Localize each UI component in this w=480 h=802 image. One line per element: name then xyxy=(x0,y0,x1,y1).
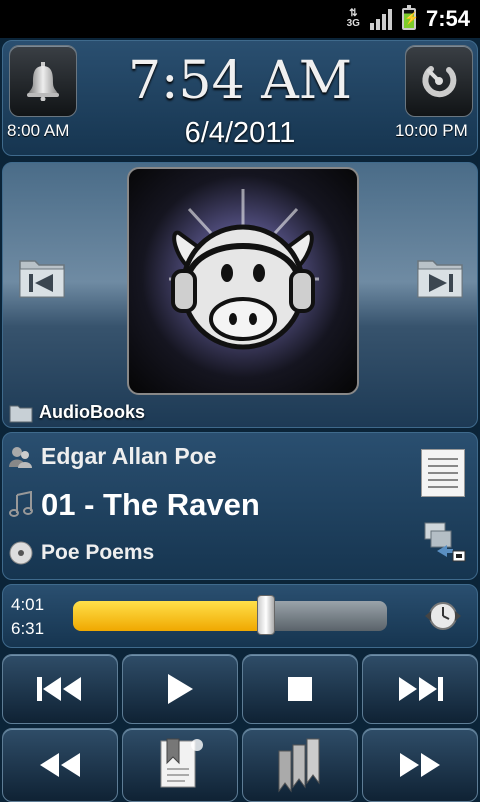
album-name: Poe Poems xyxy=(41,541,155,564)
artist-icon xyxy=(9,446,32,468)
bookmark-page-icon xyxy=(160,738,203,788)
rewind-icon xyxy=(40,753,80,777)
time-display: 4:01 6:31 xyxy=(11,593,44,641)
album-art xyxy=(127,167,359,395)
current-folder[interactable]: AudioBooks xyxy=(9,402,145,423)
previous-track-button[interactable] xyxy=(2,654,118,724)
status-time: 7:54 xyxy=(425,6,470,31)
rewind-button[interactable] xyxy=(2,728,118,802)
document-icon xyxy=(428,458,458,460)
network-type: 3G xyxy=(346,18,360,29)
previous-folder-button[interactable] xyxy=(17,255,67,301)
next-folder-button[interactable] xyxy=(415,255,465,301)
album-art-panel: AudioBooks xyxy=(2,162,478,428)
stop-button[interactable] xyxy=(242,654,358,724)
battery-charging-icon xyxy=(401,5,419,30)
progress-panel: 4:01 6:31 xyxy=(2,584,478,648)
title-row: 01 - The Raven xyxy=(9,487,260,523)
add-bookmark-button[interactable] xyxy=(122,728,238,802)
status-bar: ⇅3G 7:54 xyxy=(0,0,480,38)
bookmarks-icon xyxy=(278,738,320,793)
bookmarks-list-button[interactable] xyxy=(242,728,358,802)
album-row: Poe Poems xyxy=(9,541,154,565)
elapsed-time: 4:01 xyxy=(11,595,45,614)
play-icon xyxy=(168,674,193,704)
seek-bar-fill xyxy=(73,601,267,631)
track-info-panel: Edgar Allan Poe 01 - The Raven Poe Poems xyxy=(2,432,478,580)
next-track-button[interactable] xyxy=(362,654,478,724)
playback-speed-button[interactable] xyxy=(423,599,463,633)
sleep-timer-button[interactable] xyxy=(405,45,473,117)
total-time: 6:31 xyxy=(11,619,45,638)
artist-name: Edgar Allan Poe xyxy=(41,443,217,469)
track-title: 01 - The Raven xyxy=(41,487,260,522)
folder-next-icon xyxy=(417,260,463,298)
artist-row: Edgar Allan Poe xyxy=(9,443,217,470)
skip-previous-icon xyxy=(37,677,81,701)
folder-name: AudioBooks xyxy=(39,402,145,422)
playlist-queue-button[interactable] xyxy=(423,519,467,563)
signal-icon xyxy=(369,8,392,30)
fast-forward-button[interactable] xyxy=(362,728,478,802)
seek-bar[interactable] xyxy=(73,601,387,631)
lyrics-button[interactable] xyxy=(421,449,465,497)
disc-icon xyxy=(9,541,33,565)
stop-icon xyxy=(288,677,312,701)
clock-arrows-icon xyxy=(425,602,461,630)
music-note-icon xyxy=(9,491,33,517)
clock-panel: 8:00 AM 7:54 AM 6/4/2011 10:00 PM xyxy=(2,40,478,156)
headphones-mascot-icon xyxy=(169,189,319,350)
alarm-time-right: 10:00 PM xyxy=(395,121,468,140)
seek-bar-thumb[interactable] xyxy=(257,595,276,635)
folder-previous-icon xyxy=(19,260,65,298)
folder-icon xyxy=(9,405,33,422)
queue-icon xyxy=(424,522,466,562)
skip-next-icon xyxy=(399,677,443,701)
play-button[interactable] xyxy=(122,654,238,724)
fast-forward-icon xyxy=(400,753,440,777)
sleep-timer-icon xyxy=(422,66,457,98)
network-3g-icon: ⇅ 3G xyxy=(346,8,360,29)
